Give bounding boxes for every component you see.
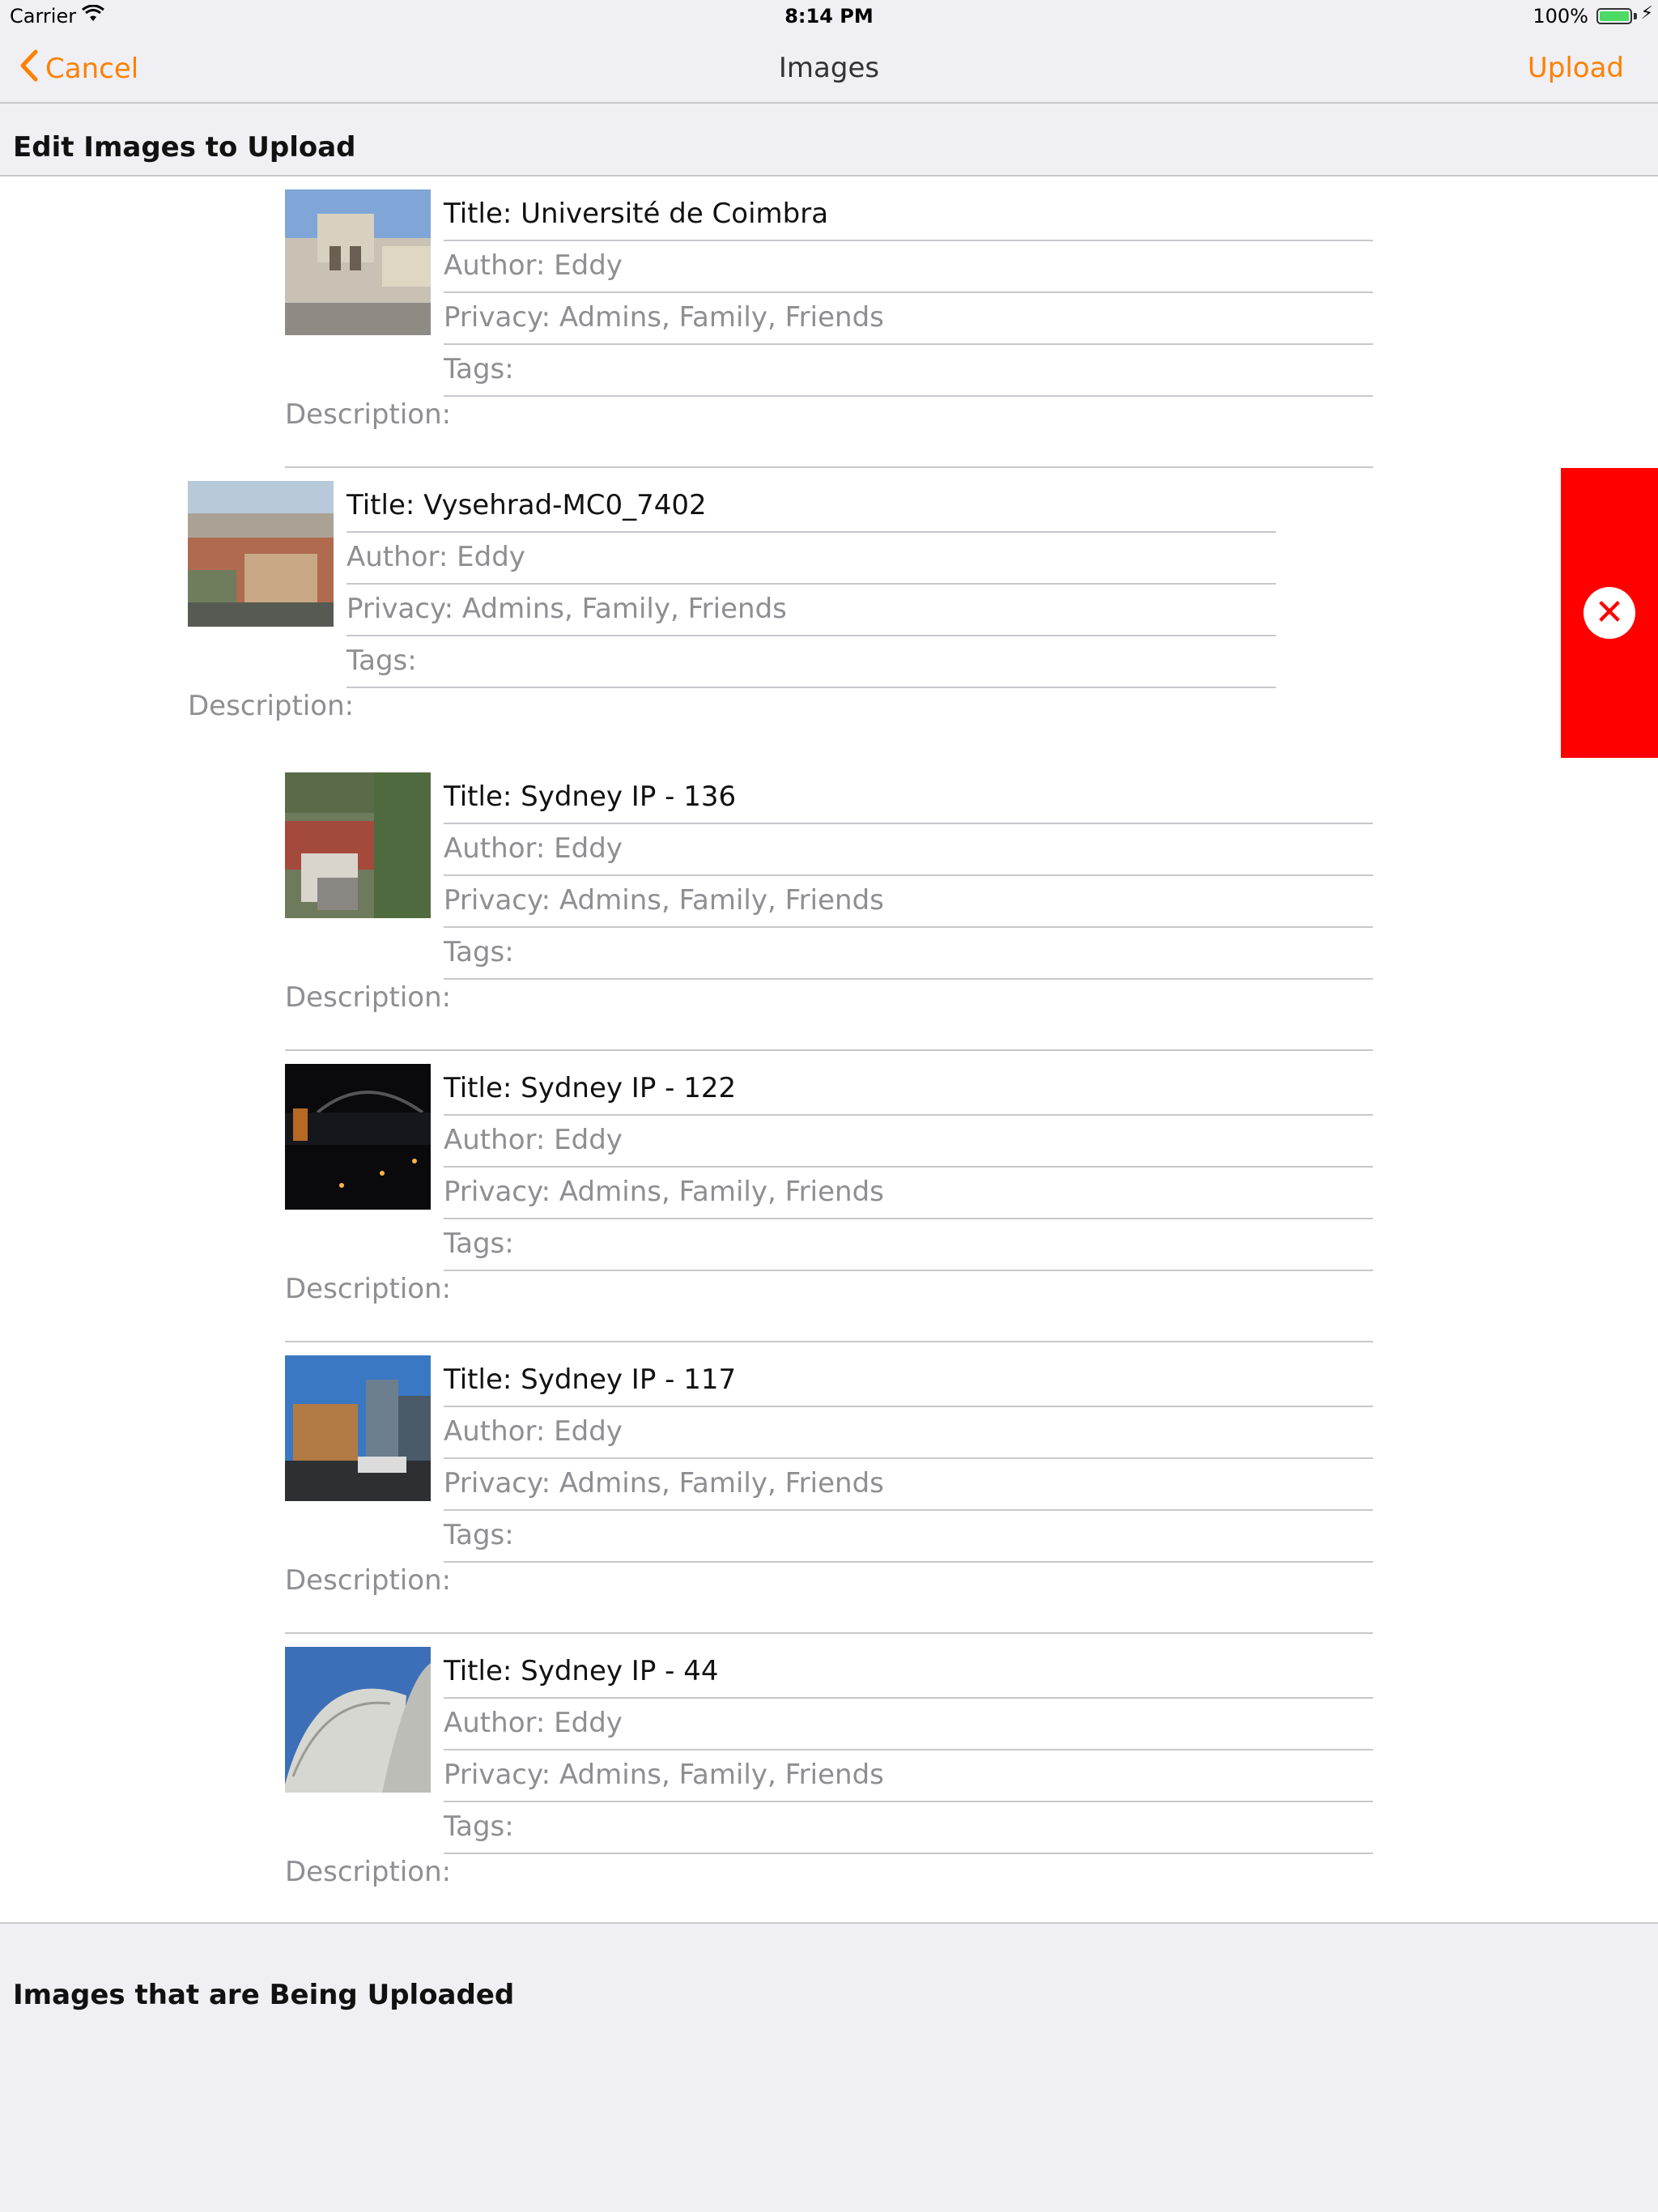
edit-images-header: Edit Images to Upload	[13, 131, 356, 164]
description-field[interactable]: Description:	[285, 1556, 1373, 1634]
tags-field[interactable]: Tags:	[444, 1219, 1373, 1271]
upload-button[interactable]: Upload	[1528, 52, 1624, 84]
tags-field[interactable]: Tags:	[444, 928, 1373, 980]
battery-tip	[1634, 13, 1637, 19]
title-field[interactable]: Title: Sydney IP - 136	[444, 772, 1373, 824]
title-field[interactable]: Title: Sydney IP - 117	[444, 1355, 1373, 1407]
image-thumbnail	[285, 1355, 431, 1501]
battery-percent: 100%	[1533, 5, 1588, 28]
status-bar: Carrier 8:14 PM 100% ⚡	[0, 0, 1658, 34]
image-item[interactable]: Title: Sydney IP - 136 Author: Eddy Priv…	[285, 759, 1373, 1051]
battery-icon	[1596, 8, 1632, 24]
privacy-field[interactable]: Privacy: Admins, Family, Friends	[346, 585, 1276, 636]
description-field[interactable]: Description:	[285, 1848, 1373, 1922]
title-field[interactable]: Title: Université de Coimbra	[444, 189, 1373, 241]
title-field[interactable]: Title: Sydney IP - 44	[444, 1647, 1373, 1699]
title-field[interactable]: Title: Sydney IP - 122	[444, 1064, 1373, 1116]
close-icon: ✕	[1584, 587, 1635, 639]
title-field[interactable]: Title: Vysehrad-MC0_7402	[346, 481, 1276, 533]
author-field[interactable]: Author: Eddy	[444, 241, 1373, 293]
author-field[interactable]: Author: Eddy	[444, 1407, 1373, 1459]
privacy-field[interactable]: Privacy: Admins, Family, Friends	[444, 1459, 1373, 1511]
image-thumbnail	[285, 189, 431, 335]
charging-icon: ⚡	[1640, 3, 1653, 23]
status-time: 8:14 PM	[784, 5, 874, 28]
description-field[interactable]: Description:	[285, 1265, 1373, 1342]
author-field[interactable]: Author: Eddy	[444, 1699, 1373, 1750]
tags-field[interactable]: Tags:	[346, 636, 1276, 688]
tags-field[interactable]: Tags:	[444, 1511, 1373, 1563]
privacy-field[interactable]: Privacy: Admins, Family, Friends	[444, 1750, 1373, 1802]
image-item[interactable]: Title: Sydney IP - 44 Author: Eddy Priva…	[285, 1634, 1373, 1922]
image-thumbnail	[285, 772, 431, 918]
image-thumbnail	[285, 1647, 431, 1793]
tags-field[interactable]: Tags:	[444, 1802, 1373, 1854]
description-field[interactable]: Description:	[188, 682, 1276, 758]
navigation-bar: Cancel Images Upload	[0, 34, 1658, 104]
description-field[interactable]: Description:	[285, 390, 1373, 468]
delete-button[interactable]: ✕	[1561, 468, 1658, 758]
image-item[interactable]: Title: Vysehrad-MC0_7402 Author: Eddy Pr…	[188, 468, 1276, 759]
image-item[interactable]: Title: Sydney IP - 117 Author: Eddy Priv…	[285, 1342, 1373, 1634]
description-field[interactable]: Description:	[285, 973, 1373, 1051]
image-thumbnail	[188, 481, 334, 627]
author-field[interactable]: Author: Eddy	[444, 824, 1373, 876]
page-title: Images	[778, 52, 880, 84]
privacy-field[interactable]: Privacy: Admins, Family, Friends	[444, 1168, 1373, 1219]
privacy-field[interactable]: Privacy: Admins, Family, Friends	[444, 876, 1373, 928]
privacy-field[interactable]: Privacy: Admins, Family, Friends	[444, 293, 1373, 345]
images-list: Title: Université de Coimbra Author: Edd…	[0, 175, 1658, 1924]
author-field[interactable]: Author: Eddy	[444, 1116, 1373, 1168]
image-item[interactable]: Title: Sydney IP - 122 Author: Eddy Priv…	[285, 1051, 1373, 1342]
image-thumbnail	[285, 1064, 431, 1210]
uploading-images-header: Images that are Being Uploaded	[13, 1979, 515, 2011]
image-item[interactable]: Title: Université de Coimbra Author: Edd…	[285, 177, 1373, 468]
tags-field[interactable]: Tags:	[444, 345, 1373, 397]
author-field[interactable]: Author: Eddy	[346, 533, 1276, 585]
